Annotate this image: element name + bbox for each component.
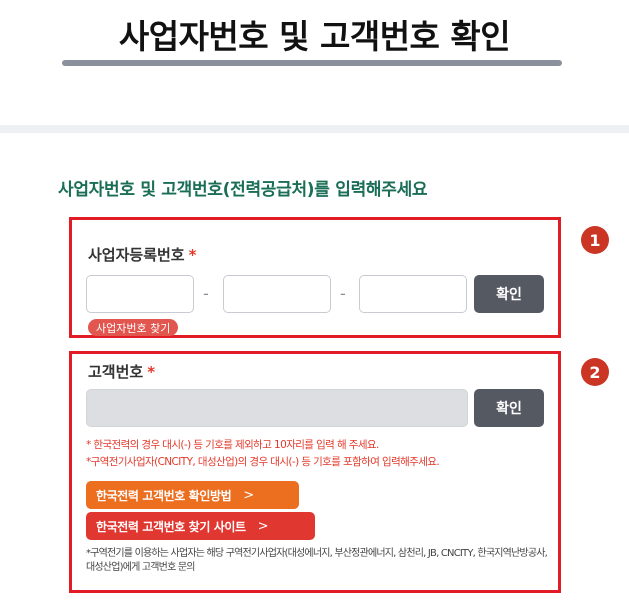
customer-number-label: 고객번호 *: [88, 361, 155, 382]
page-title: 사업자번호 및 고객번호 확인: [118, 17, 511, 56]
note-highlight: 대시(-) 등 기호를 제외하고 10자리를 입력: [162, 439, 335, 451]
note-prefix: * 한국전력의 경우: [86, 439, 163, 451]
note-suffix: 해 주세요.: [334, 439, 379, 451]
required-mark: *: [188, 246, 197, 264]
chevron-right-icon: >: [257, 518, 269, 534]
district-input-note: *구역전기사업자(CNCITY, 대성산업)의 경우 대시(-) 등 기호를 포…: [86, 454, 440, 469]
customer-number-section: 고객번호 * 확인 * 한국전력의 경우 대시(-) 등 기호를 제외하고 10자…: [69, 351, 561, 593]
business-number-label-text: 사업자등록번호: [88, 246, 185, 264]
separator-dash: -: [203, 284, 209, 303]
kepco-check-method-label: 한국전력 고객번호 확인방법: [96, 488, 232, 503]
kepco-find-site-button[interactable]: 한국전력 고객번호 찾기 사이트 >: [86, 512, 315, 540]
chevron-right-icon: >: [243, 487, 254, 503]
business-number-label: 사업자등록번호 *: [88, 244, 196, 265]
kepco-check-method-button[interactable]: 한국전력 고객번호 확인방법 >: [86, 481, 299, 509]
kepco-input-note: * 한국전력의 경우 대시(-) 등 기호를 제외하고 10자리를 입력 해 주…: [86, 437, 379, 452]
business-number-section: 사업자등록번호 * - - 확인 사업자번호 찾기: [69, 217, 561, 338]
note-text: *구역전기사업자(CNCITY, 대성산업)의 경우 대시(-) 등 기호를 포…: [86, 456, 440, 468]
required-mark: *: [147, 363, 156, 381]
customer-number-label-text: 고객번호: [88, 363, 144, 381]
business-number-input-3[interactable]: [359, 275, 467, 313]
customer-number-input[interactable]: [86, 389, 468, 427]
customer-confirm-button[interactable]: 확인: [474, 389, 544, 427]
step-1-badge: 1: [581, 226, 609, 254]
business-confirm-button[interactable]: 확인: [474, 275, 544, 313]
district-footnote: *구역전기를 이용하는 사업자는 해당 구역전기사업자(대성에너지, 부산정관에…: [86, 548, 548, 573]
instruction-text: 사업자번호 및 고객번호(전력공급처)를 입력해주세요: [58, 180, 428, 200]
find-business-number-link[interactable]: 사업자번호 찾기: [88, 319, 179, 336]
title-underline: [62, 60, 562, 66]
section-divider: [0, 125, 629, 133]
business-number-input-1[interactable]: [86, 275, 194, 313]
kepco-find-site-label: 한국전력 고객번호 찾기 사이트: [96, 519, 246, 534]
step-2-badge: 2: [581, 358, 609, 386]
separator-dash: -: [340, 284, 346, 303]
business-number-input-2[interactable]: [223, 275, 331, 313]
